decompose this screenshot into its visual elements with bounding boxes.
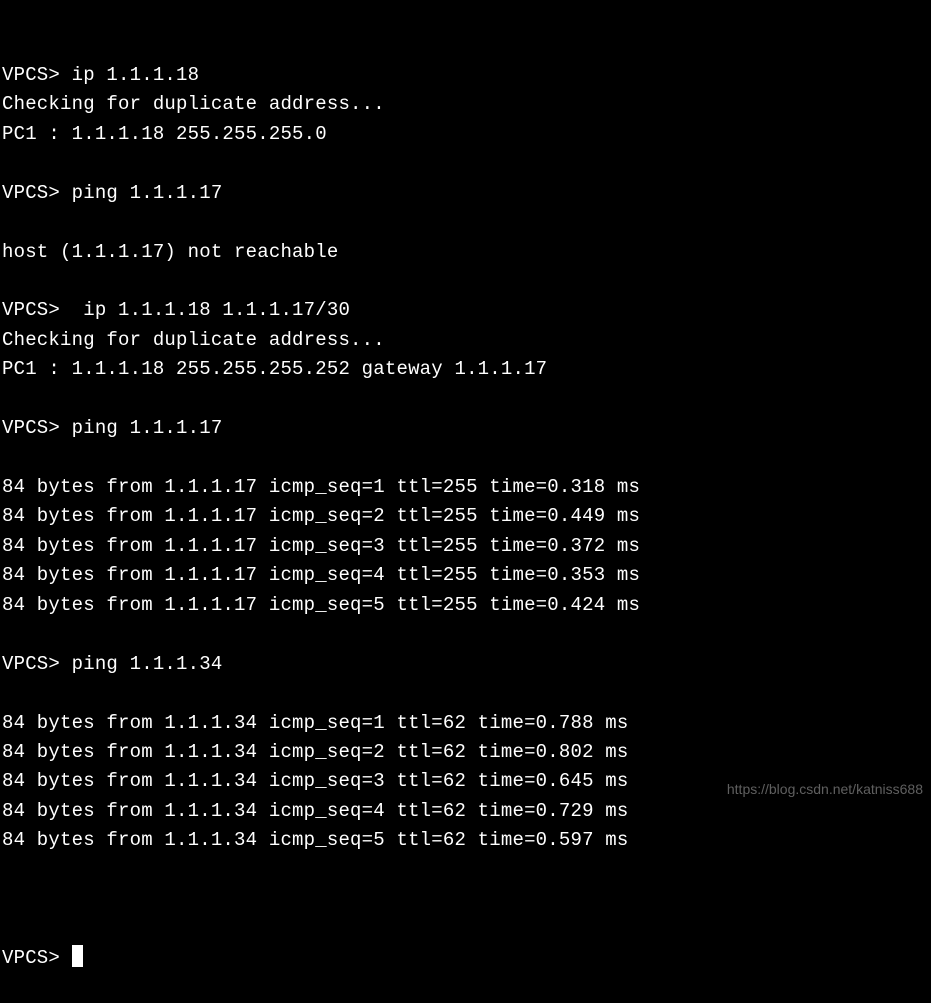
- terminal-line: Checking for duplicate address...: [2, 90, 929, 119]
- terminal-line: VPCS> ping 1.1.1.34: [2, 650, 929, 679]
- terminal-line: PC1 : 1.1.1.18 255.255.255.252 gateway 1…: [2, 355, 929, 384]
- terminal-line: [2, 856, 929, 885]
- terminal-line: 84 bytes from 1.1.1.17 icmp_seq=5 ttl=25…: [2, 591, 929, 620]
- terminal-line: host (1.1.1.17) not reachable: [2, 238, 929, 267]
- terminal-line: 84 bytes from 1.1.1.34 icmp_seq=1 ttl=62…: [2, 709, 929, 738]
- prompt-text: VPCS>: [2, 947, 72, 969]
- terminal-line: [2, 208, 929, 237]
- terminal-line: VPCS> ip 1.1.1.18: [2, 61, 929, 90]
- terminal-line: VPCS> ping 1.1.1.17: [2, 179, 929, 208]
- terminal-line: [2, 620, 929, 649]
- terminal-line: VPCS> ping 1.1.1.17: [2, 414, 929, 443]
- terminal-line: 84 bytes from 1.1.1.17 icmp_seq=4 ttl=25…: [2, 561, 929, 590]
- terminal-line: [2, 149, 929, 178]
- terminal-line: [2, 385, 929, 414]
- prompt-line[interactable]: VPCS>: [2, 944, 929, 973]
- terminal-line: [2, 679, 929, 708]
- terminal-line: Checking for duplicate address...: [2, 326, 929, 355]
- terminal-line: [2, 444, 929, 473]
- terminal-line: 84 bytes from 1.1.1.17 icmp_seq=1 ttl=25…: [2, 473, 929, 502]
- terminal-line: 84 bytes from 1.1.1.17 icmp_seq=3 ttl=25…: [2, 532, 929, 561]
- terminal-output[interactable]: VPCS> ip 1.1.1.18Checking for duplicate …: [2, 2, 929, 1003]
- terminal-line: 84 bytes from 1.1.1.17 icmp_seq=2 ttl=25…: [2, 502, 929, 531]
- terminal-line: VPCS> ip 1.1.1.18 1.1.1.17/30: [2, 296, 929, 325]
- cursor-icon: [72, 945, 83, 967]
- terminal-line: 84 bytes from 1.1.1.34 icmp_seq=2 ttl=62…: [2, 738, 929, 767]
- terminal-line: [2, 267, 929, 296]
- terminal-line: 84 bytes from 1.1.1.34 icmp_seq=5 ttl=62…: [2, 826, 929, 855]
- terminal-line: PC1 : 1.1.1.18 255.255.255.0: [2, 120, 929, 149]
- watermark-text: https://blog.csdn.net/katniss688: [727, 779, 923, 801]
- terminal-line: 84 bytes from 1.1.1.34 icmp_seq=4 ttl=62…: [2, 797, 929, 826]
